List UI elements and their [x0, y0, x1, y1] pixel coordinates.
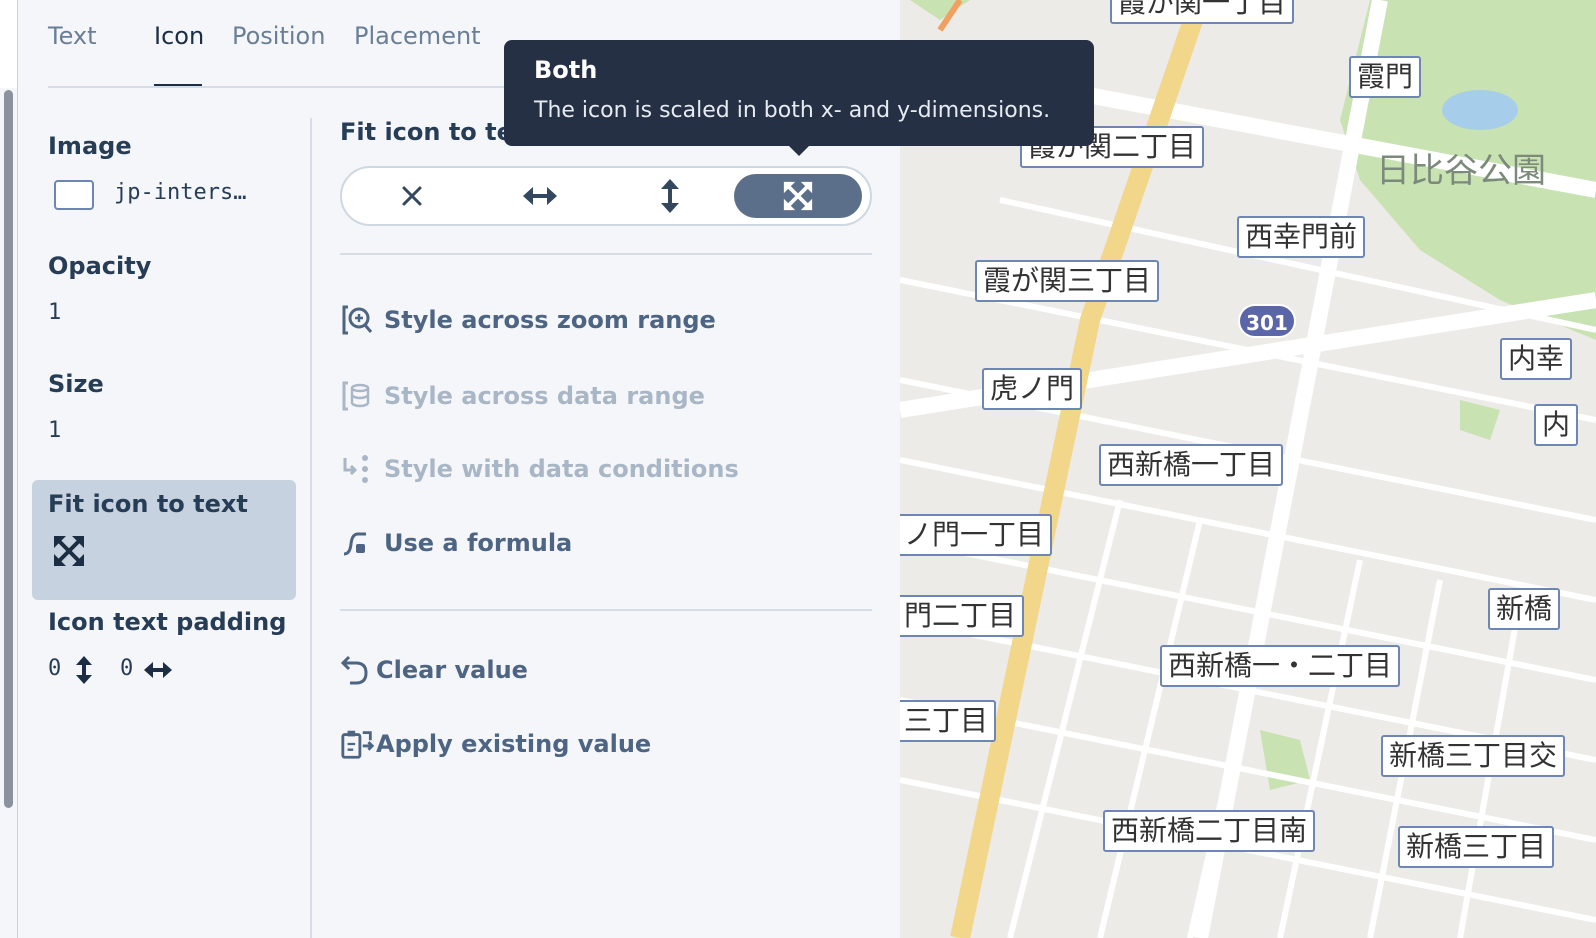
route-shield: 301 [1238, 304, 1296, 338]
clear-value-button[interactable]: Clear value [340, 652, 528, 688]
map-label: 西新橋一・二丁目 [1160, 645, 1401, 687]
opacity-label[interactable]: Opacity [48, 252, 151, 280]
fit-both-button[interactable] [734, 174, 862, 218]
map-label: ノ門一丁目 [900, 514, 1053, 556]
tooltip-arrow [788, 145, 810, 156]
map-label: 内幸 [1500, 338, 1573, 380]
fit-icon-label[interactable]: Fit icon to text [48, 490, 248, 518]
style-across-zoom-button[interactable]: Style across zoom range [340, 302, 716, 338]
style-across-data-button: Style across data range [340, 378, 705, 414]
opacity-value[interactable]: 1 [48, 300, 61, 325]
map-label: 霞が関三丁目 [975, 260, 1160, 302]
column-divider [310, 118, 312, 938]
zoom-icon [340, 302, 384, 338]
map-label: 三丁目 [900, 700, 997, 742]
use-formula-button[interactable]: Use a formula [340, 525, 572, 561]
map-label: 新橋 [1488, 588, 1561, 630]
style-with-conditions-button: Style with data conditions [340, 451, 739, 487]
use-formula-label: Use a formula [384, 529, 573, 557]
padding-vertical-value[interactable]: 0 [48, 656, 61, 681]
tooltip-body: The icon is scaled in both x- and y-dime… [534, 98, 1051, 123]
fit-mode-segmented-control [340, 166, 872, 226]
horizontal-arrows-icon [144, 662, 172, 678]
horizontal-arrows-icon [523, 187, 557, 205]
map-label: 霞が関一丁目 [1110, 0, 1295, 24]
padding-label[interactable]: Icon text padding [48, 608, 286, 636]
map-label: 新橋三丁目交 [1381, 735, 1566, 777]
style-across-zoom-label: Style across zoom range [384, 306, 716, 334]
apply-existing-value-label: Apply existing value [376, 730, 652, 758]
map-label: 門二丁目 [900, 595, 1025, 637]
fit-none-button[interactable] [348, 174, 476, 218]
database-icon [340, 378, 384, 414]
clear-value-label: Clear value [376, 656, 528, 684]
padding-horizontal-value[interactable]: 0 [120, 656, 133, 681]
style-across-data-label: Style across data range [384, 382, 705, 410]
map-label: 西幸門前 [1237, 216, 1366, 258]
map-label: 西新橋一丁目 [1099, 444, 1284, 486]
fit-height-button[interactable] [606, 174, 734, 218]
map-label: 虎ノ門 [982, 368, 1083, 410]
close-icon [402, 186, 422, 206]
tab-icon[interactable]: Icon [154, 22, 204, 50]
clipboard-icon [340, 726, 376, 762]
apply-existing-value-button[interactable]: Apply existing value [340, 726, 651, 762]
tab-placement[interactable]: Placement [354, 22, 481, 50]
image-value[interactable]: jp-inters… [114, 180, 246, 205]
tooltip-title: Both [534, 56, 598, 84]
tooltip: Both The icon is scaled in both x- and y… [504, 40, 1094, 156]
tab-text[interactable]: Text [48, 22, 97, 50]
section-divider [340, 609, 872, 611]
vertical-arrows-icon [661, 179, 679, 213]
map-label: 新橋三丁目 [1398, 826, 1555, 868]
size-label[interactable]: Size [48, 370, 104, 398]
tab-position[interactable]: Position [232, 22, 325, 50]
fit-both-icon[interactable] [52, 534, 86, 568]
style-with-conditions-label: Style with data conditions [384, 455, 739, 483]
app: 霞が関一丁目 霞門 日比谷公園 霞が関二丁目 西幸門前 霞が関三丁目 内幸 虎ノ… [0, 0, 1596, 938]
editor-title: Fit icon to tex [340, 118, 529, 146]
map-label: 西新橋二丁目南 [1103, 810, 1316, 852]
section-divider [340, 253, 872, 255]
undo-icon [340, 652, 376, 688]
conditions-icon [340, 451, 384, 487]
formula-icon [340, 525, 384, 561]
expand-both-icon [783, 181, 813, 211]
size-value[interactable]: 1 [48, 418, 61, 443]
map-label: 霞門 [1349, 56, 1422, 98]
fit-width-button[interactable] [476, 174, 604, 218]
map-label: 内 [1534, 404, 1579, 446]
scrollbar[interactable] [4, 90, 13, 808]
map-label: 日比谷公園 [1376, 151, 1546, 191]
image-label[interactable]: Image [48, 132, 132, 160]
left-edge-top [0, 0, 18, 88]
vertical-arrows-icon [76, 656, 92, 684]
image-swatch-icon [54, 180, 94, 210]
active-tab-indicator [154, 84, 202, 86]
